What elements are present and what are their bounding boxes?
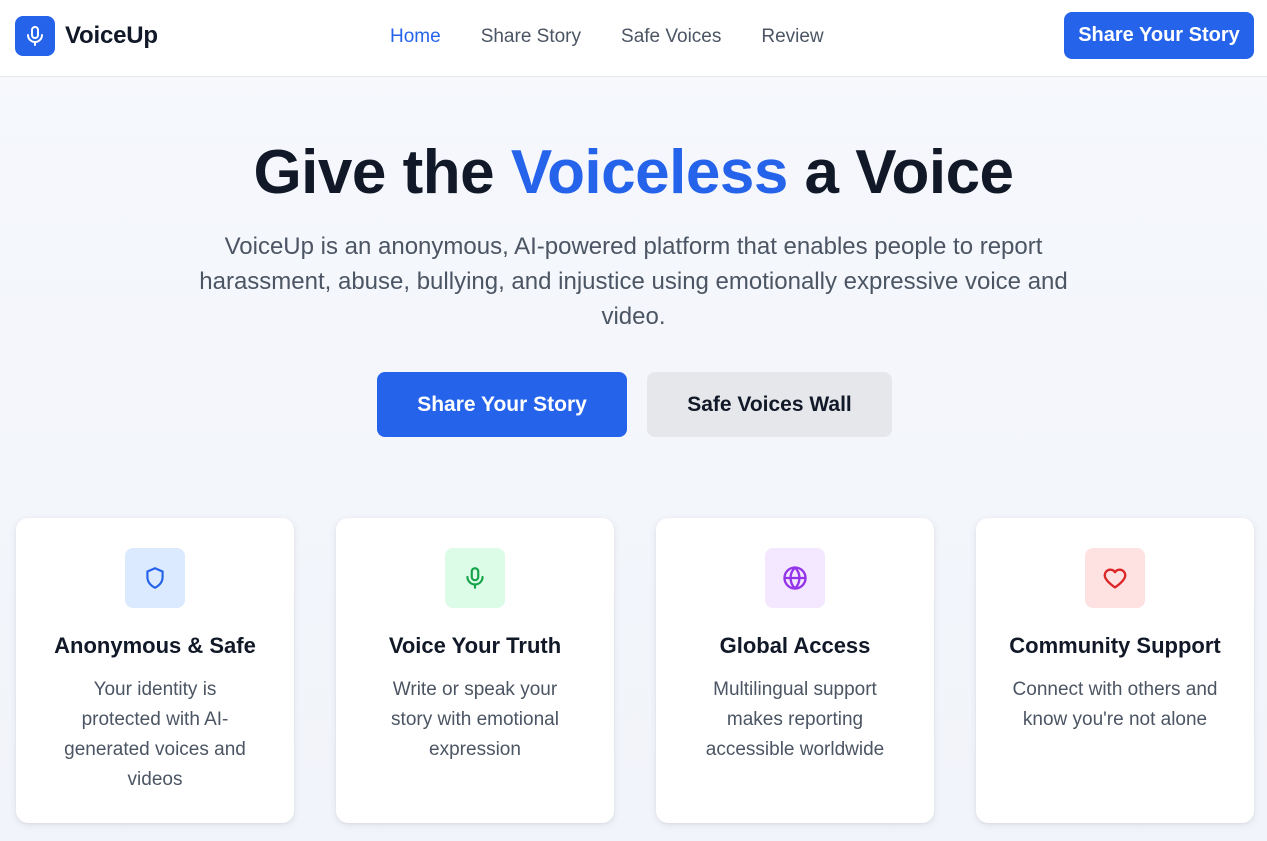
feature-description: Your identity is protected with AI-gener… xyxy=(64,679,246,790)
feature-title: Community Support xyxy=(1009,633,1221,658)
feature-title: Global Access xyxy=(719,633,871,658)
landing-page: VoiceUp Home Share Story Safe Voices Rev… xyxy=(0,0,1267,841)
feature-description: Connect with others and know you're not … xyxy=(1012,679,1218,730)
share-story-button[interactable]: Share Your Story xyxy=(377,372,627,437)
hero-subtitle: VoiceUp is an anonymous, AI-powered plat… xyxy=(199,233,1068,330)
nav-safe-voices[interactable]: Safe Voices xyxy=(621,24,721,50)
feature-description: Write or speak your story with emotional… xyxy=(391,679,559,760)
top-navbar: VoiceUp Home Share Story Safe Voices Rev… xyxy=(0,0,1267,77)
feature-card-community: Community Support Connect with others an… xyxy=(976,518,1254,823)
main-nav: Home Share Story Safe Voices Review xyxy=(390,24,824,50)
feature-card-global: Global Access Multilingual support makes… xyxy=(656,518,934,823)
hero-title-accent: Voiceless xyxy=(510,138,788,207)
feature-title: Voice Your Truth xyxy=(388,633,562,658)
microphone-icon xyxy=(445,548,505,608)
feature-card-anonymous: Anonymous & Safe Your identity is protec… xyxy=(16,518,294,823)
header-share-story-button[interactable]: Share Your Story xyxy=(1064,12,1254,59)
nav-share-story[interactable]: Share Story xyxy=(481,24,581,50)
hero-title-after: a Voice xyxy=(787,138,1015,207)
feature-cards: Anonymous & Safe Your identity is protec… xyxy=(16,518,1254,823)
hero-title: Give the Voiceless a Voice xyxy=(0,137,1267,208)
globe-icon xyxy=(765,548,825,608)
microphone-icon xyxy=(15,16,55,56)
hero-title-before: Give the xyxy=(253,138,511,207)
nav-review[interactable]: Review xyxy=(761,24,823,50)
feature-card-voice: Voice Your Truth Write or speak your sto… xyxy=(336,518,614,823)
hero-actions: Share Your Story Safe Voices Wall xyxy=(377,372,892,437)
brand-name: VoiceUp xyxy=(65,22,158,49)
safe-voices-wall-button[interactable]: Safe Voices Wall xyxy=(647,372,892,437)
heart-icon xyxy=(1085,548,1145,608)
shield-icon xyxy=(125,548,185,608)
feature-title: Anonymous & Safe xyxy=(54,633,256,658)
brand-logo[interactable]: VoiceUp xyxy=(15,16,158,56)
feature-description: Multilingual support makes reporting acc… xyxy=(705,679,885,760)
nav-home[interactable]: Home xyxy=(390,24,441,50)
